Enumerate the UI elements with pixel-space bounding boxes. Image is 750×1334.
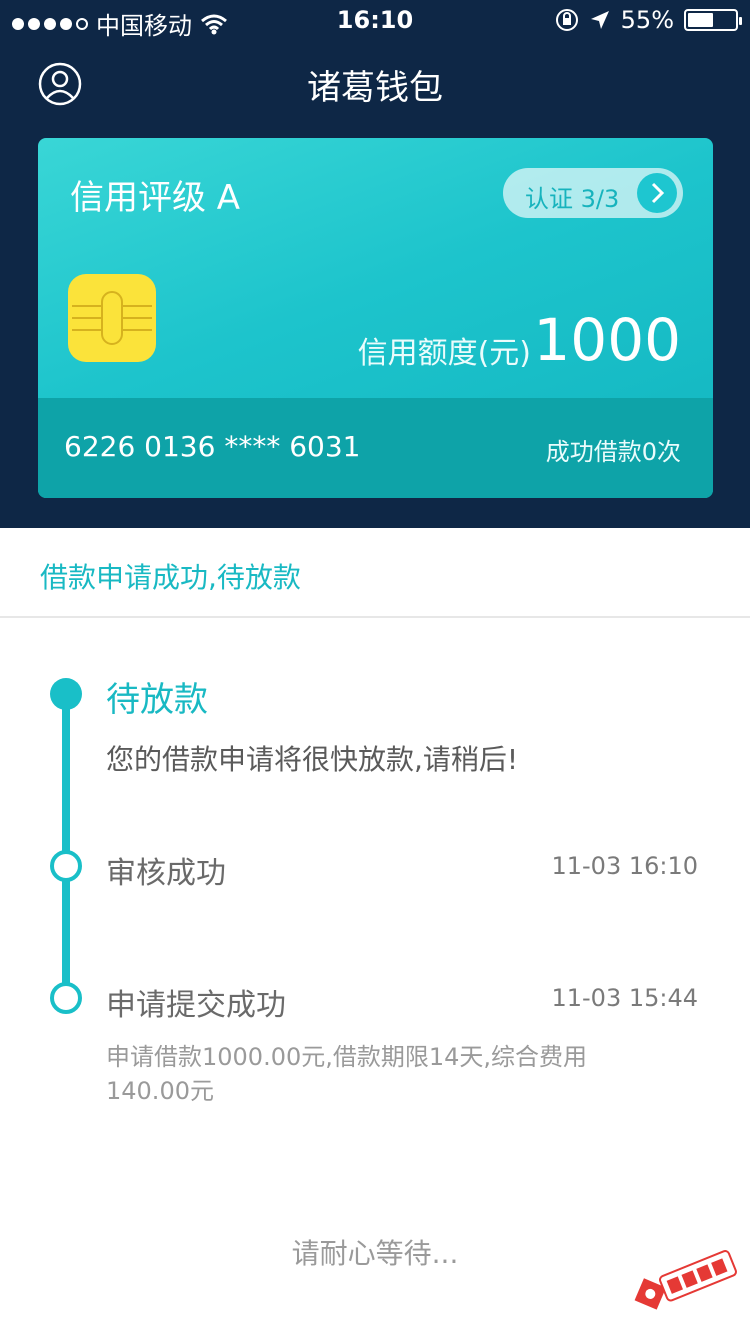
credit-limit-value: 1000: [533, 306, 681, 374]
chevron-right-icon: [637, 173, 677, 213]
timeline-node: [50, 850, 82, 882]
battery-percent: 55%: [620, 6, 674, 34]
step-title-pending: 待放款: [106, 680, 208, 720]
timeline-line: [62, 690, 70, 998]
watermark-logo: [634, 1250, 737, 1310]
battery-fill: [688, 13, 713, 27]
notice-text: 借款申请成功,待放款: [40, 561, 301, 594]
battery-icon: [684, 9, 742, 31]
step-title-submitted: 申请提交成功: [106, 988, 286, 1023]
status-bar: 中国移动 16:10 55%: [0, 0, 750, 40]
credit-card: 信用评级 A 认证 3/3 信用额度(元) 1000 6226 0136 ***…: [38, 138, 713, 498]
rotation-lock-icon: [555, 9, 578, 31]
page-title: 诸葛钱包: [307, 68, 443, 108]
loan-count: 成功借款0次: [545, 438, 681, 466]
card-footer: 6226 0136 **** 6031 成功借款0次: [38, 398, 713, 498]
credit-limit-label: 信用额度(元): [357, 336, 531, 371]
status-right: 55%: [555, 6, 742, 34]
timeline-node-active: [50, 678, 82, 710]
loan-detail: 申请借款1000.00元,借款期限14天,综合费用140.00元: [106, 1043, 588, 1105]
step-time-submitted: 11-03 15:44: [551, 984, 698, 1012]
timeline-node: [50, 982, 82, 1014]
certification-label: 认证 3/3: [525, 185, 620, 213]
status-notice: 借款申请成功,待放款: [0, 528, 750, 618]
step-desc-pending: 您的借款申请将很快放款,请稍后!: [106, 743, 519, 776]
step-title-review: 审核成功: [106, 856, 226, 891]
card-chip-icon: [68, 274, 156, 362]
card-number: 6226 0136 **** 6031: [64, 430, 361, 463]
credit-rating: 信用评级 A: [70, 178, 241, 218]
certification-button[interactable]: 认证 3/3: [503, 168, 683, 218]
step-time-review: 11-03 16:10: [551, 852, 698, 880]
location-arrow-icon: [590, 11, 609, 29]
